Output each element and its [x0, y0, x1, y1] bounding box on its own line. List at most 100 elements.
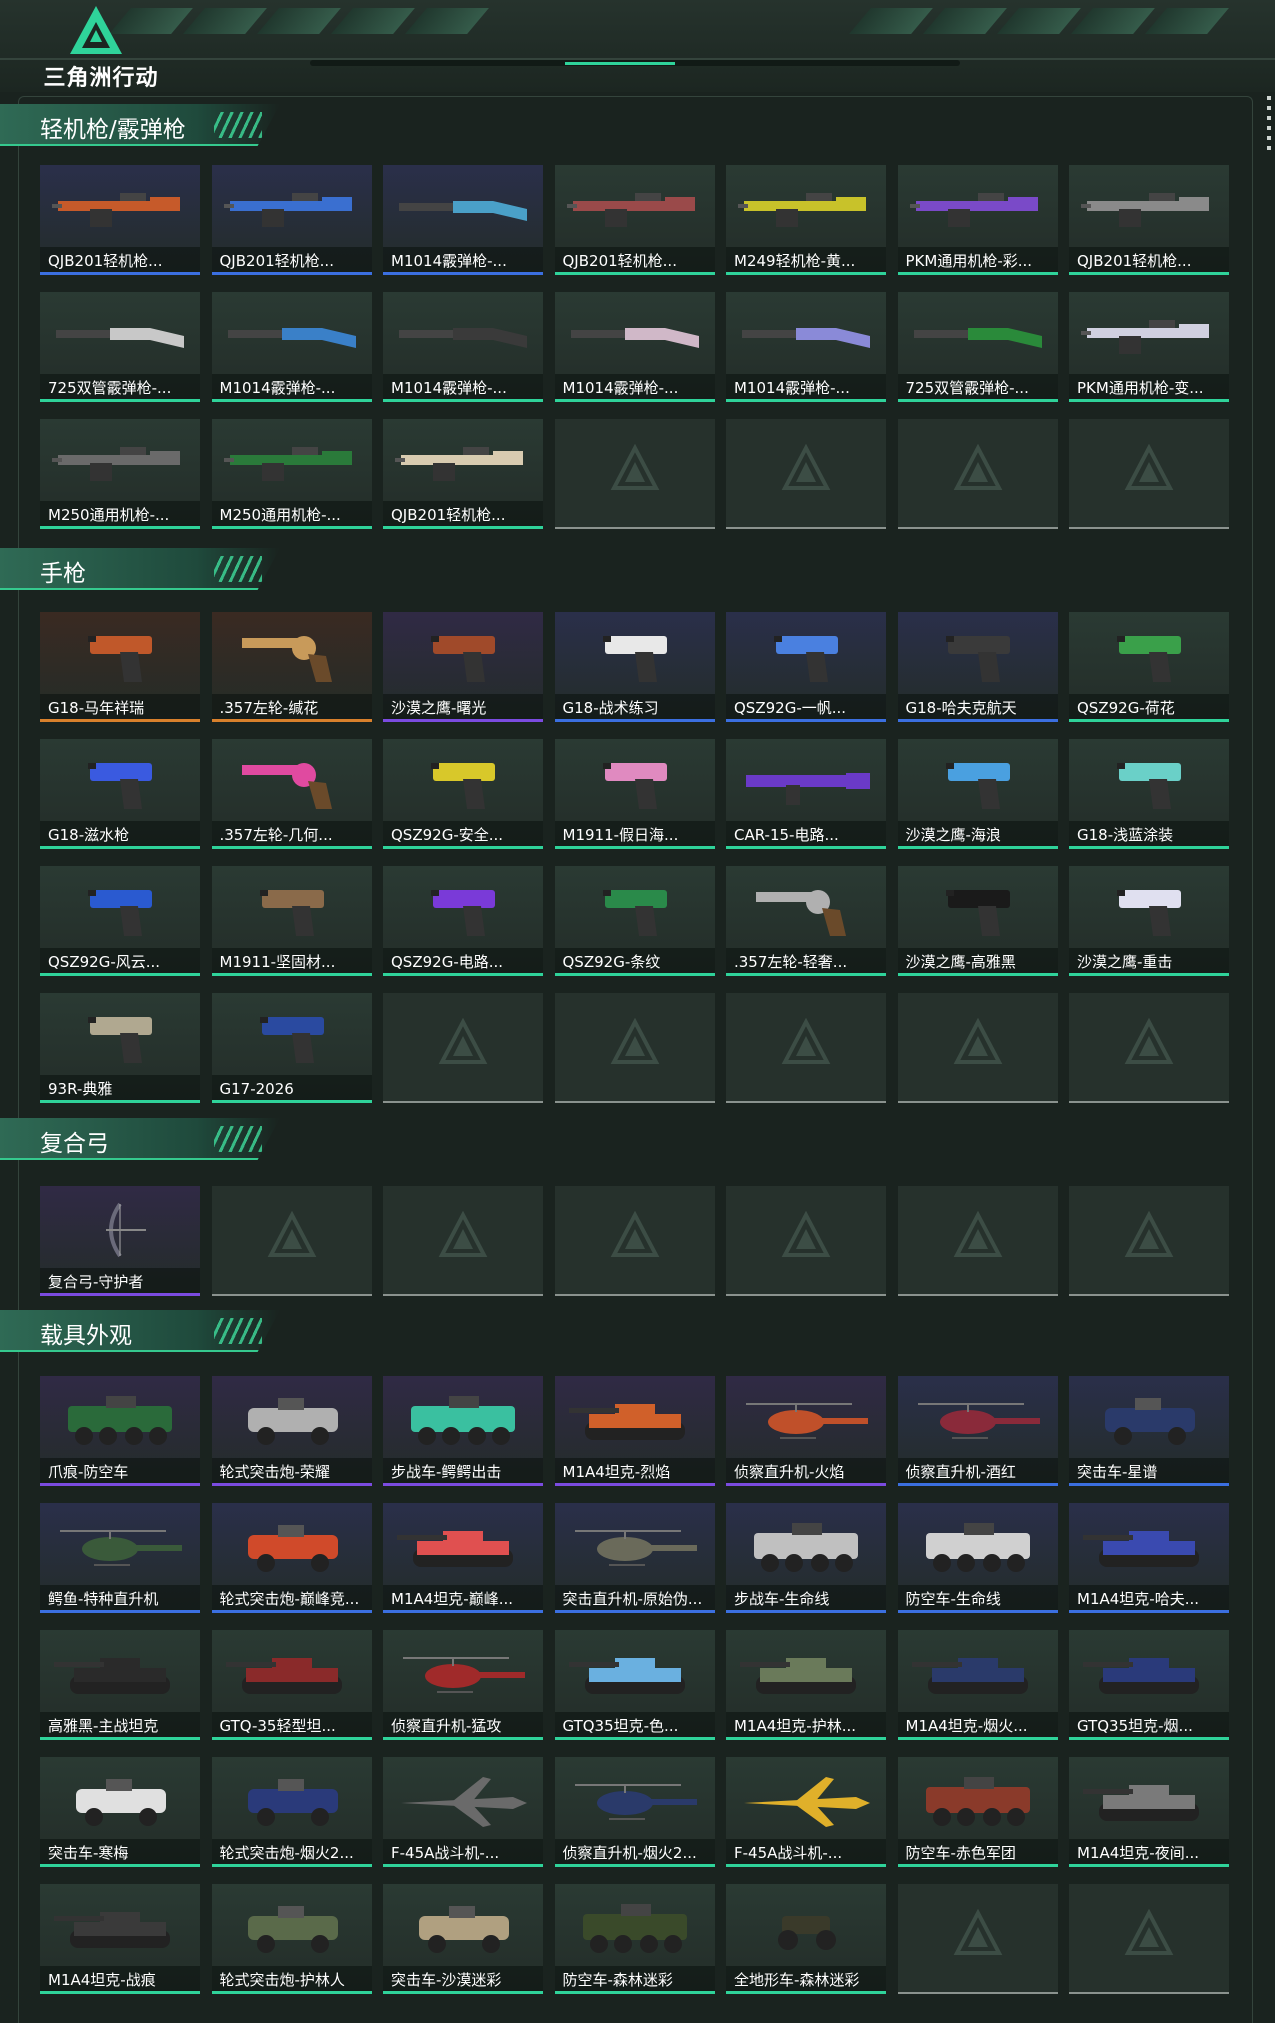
skin-card[interactable]: QSZ92G-安全... [383, 739, 543, 849]
skin-card[interactable]: 沙漠之鹰-高雅黑 [897, 866, 1058, 976]
skin-card[interactable]: 93R-典雅 [40, 993, 200, 1103]
skin-card[interactable]: GTQ35坦克-烟... [1069, 1630, 1229, 1740]
skin-card[interactable]: PKM通用机枪-变... [1069, 292, 1229, 402]
skin-card-label: QSZ92G-荷花 [1069, 694, 1229, 722]
skin-card[interactable]: F-45A战斗机-... [726, 1757, 886, 1867]
skin-card[interactable]: QJB201轻机枪... [1069, 165, 1229, 275]
skin-card[interactable]: M1A4坦克-烟火... [897, 1630, 1058, 1740]
skin-card[interactable]: M250通用机枪-... [211, 419, 372, 529]
section-title: 轻机枪/霰弹枪 [40, 117, 186, 143]
skin-card[interactable]: QJB201轻机枪... [211, 165, 372, 275]
skin-card[interactable]: QJB201轻机枪... [554, 165, 715, 275]
skin-card[interactable]: M1A4坦克-战痕 [40, 1884, 200, 1994]
rarity-bar [1069, 1864, 1229, 1867]
skin-card[interactable]: M1A4坦克-烈焰 [554, 1376, 715, 1486]
skin-card[interactable]: QSZ92G-条纹 [554, 866, 715, 976]
skin-card[interactable]: M1911-坚固材... [211, 866, 372, 976]
skin-card[interactable]: 沙漠之鹰-重击 [1069, 866, 1229, 976]
skin-card[interactable]: QSZ92G-荷花 [1069, 612, 1229, 722]
skin-card[interactable]: QSZ92G-电路... [383, 866, 543, 976]
placeholder-logo-icon [781, 1211, 831, 1257]
skin-card[interactable]: F-45A战斗机-... [383, 1757, 543, 1867]
skin-card[interactable]: 复合弓-守护者 [40, 1186, 200, 1296]
skin-card[interactable]: M1014霰弹枪-... [383, 165, 543, 275]
skin-card[interactable]: CAR-15-电路... [726, 739, 886, 849]
skin-card[interactable]: 轮式突击炮-护林人 [211, 1884, 372, 1994]
skin-card[interactable]: 爪痕-防空车 [40, 1376, 200, 1486]
skin-card[interactable]: 突击车-星谱 [1069, 1376, 1229, 1486]
skin-card-label: M1911-坚固材... [211, 948, 372, 976]
skin-card[interactable]: M1911-假日海... [554, 739, 715, 849]
skin-card[interactable]: 鳄鱼-特种直升机 [40, 1503, 200, 1613]
section-hatch-decoration [214, 1126, 262, 1152]
skin-card[interactable]: 步战车-生命线 [726, 1503, 886, 1613]
skin-card[interactable]: 防空车-森林迷彩 [554, 1884, 715, 1994]
pistol-skin-image [945, 890, 1010, 936]
skin-card[interactable]: G18-滋水枪 [40, 739, 200, 849]
skin-card[interactable]: 侦察直升机-火焰 [726, 1376, 886, 1486]
empty-slot [897, 419, 1058, 529]
skin-card[interactable]: 侦察直升机-酒红 [897, 1376, 1058, 1486]
skin-card[interactable]: 沙漠之鹰-曙光 [383, 612, 543, 722]
rarity-bar [211, 1737, 372, 1740]
skin-card[interactable]: .357左轮-几何... [211, 739, 372, 849]
skin-card[interactable]: 防空车-生命线 [897, 1503, 1058, 1613]
mg-skin-image [909, 193, 1038, 227]
skin-card[interactable]: M1014霰弹枪-... [383, 292, 543, 402]
skin-card[interactable]: 步战车-鳄鳄出击 [383, 1376, 543, 1486]
skin-card[interactable]: 轮式突击炮-烟火2... [211, 1757, 372, 1867]
rarity-bar [383, 1610, 543, 1613]
scrollbar[interactable] [1267, 96, 1271, 156]
skin-card[interactable]: M1A4坦克-哈夫... [1069, 1503, 1229, 1613]
skin-card[interactable]: .357左轮-缄花 [211, 612, 372, 722]
pistol-skin-image [88, 890, 152, 936]
skin-card[interactable]: M1014霰弹枪-... [554, 292, 715, 402]
skin-card[interactable]: 突击直升机-原始伪... [554, 1503, 715, 1613]
rarity-bar [554, 1610, 715, 1613]
rarity-bar [40, 272, 200, 275]
pistol-skin-image [88, 1017, 152, 1063]
skin-card[interactable]: 沙漠之鹰-海浪 [897, 739, 1058, 849]
skin-card[interactable]: G18-浅蓝涂装 [1069, 739, 1229, 849]
skin-card[interactable]: QSZ92G-风云... [40, 866, 200, 976]
skin-card[interactable]: M249轻机枪-黄... [726, 165, 886, 275]
skin-card[interactable]: M250通用机枪-... [40, 419, 200, 529]
skin-card-label: 轮式突击炮-护林人 [211, 1966, 372, 1994]
skin-card[interactable]: GTQ35坦克-色... [554, 1630, 715, 1740]
skin-card[interactable]: 725双管霰弹枪-... [40, 292, 200, 402]
tank-skin-image [568, 1404, 685, 1440]
skin-card[interactable]: 防空车-赤色军团 [897, 1757, 1058, 1867]
skin-card[interactable]: M1014霰弹枪-... [211, 292, 372, 402]
skin-card[interactable]: M1A4坦克-护林... [726, 1630, 886, 1740]
skin-card[interactable]: 轮式突击炮-荣耀 [211, 1376, 372, 1486]
mg-skin-image [52, 447, 180, 481]
skin-card[interactable]: .357左轮-轻奢... [726, 866, 886, 976]
empty-slot [554, 419, 715, 529]
skin-card[interactable]: 725双管霰弹枪-... [897, 292, 1058, 402]
skin-card[interactable]: G18-战术练习 [554, 612, 715, 722]
skin-card[interactable]: 突击车-沙漠迷彩 [383, 1884, 543, 1994]
skin-card[interactable]: M1A4坦克-巅峰... [383, 1503, 543, 1613]
skin-card[interactable]: 轮式突击炮-巅峰竞... [211, 1503, 372, 1613]
skin-card[interactable]: QJB201轻机枪... [40, 165, 200, 275]
skin-card-label: 高雅黑-主战坦克 [40, 1712, 200, 1740]
skin-card[interactable]: 全地形车-森林迷彩 [726, 1884, 886, 1994]
skin-card[interactable]: M1014霰弹枪-... [726, 292, 886, 402]
skin-card[interactable]: 侦察直升机-烟火2... [554, 1757, 715, 1867]
skin-card[interactable]: QSZ92G-一帆... [726, 612, 886, 722]
skin-card[interactable]: M1A4坦克-夜间... [1069, 1757, 1229, 1867]
rarity-bar [554, 1991, 715, 1994]
tank-skin-image [1083, 1531, 1199, 1567]
skin-card[interactable]: 侦察直升机-猛攻 [383, 1630, 543, 1740]
skin-card[interactable]: QJB201轻机枪... [383, 419, 543, 529]
skin-card[interactable]: PKM通用机枪-彩... [897, 165, 1058, 275]
skin-card[interactable]: 突击车-寒梅 [40, 1757, 200, 1867]
skin-card[interactable]: G17-2026 [211, 993, 372, 1103]
skin-card[interactable]: GTQ-35轻型坦... [211, 1630, 372, 1740]
skin-card[interactable]: 高雅黑-主战坦克 [40, 1630, 200, 1740]
rarity-bar [40, 1991, 200, 1994]
skin-card[interactable]: G18-哈夫克航天 [897, 612, 1058, 722]
skin-card-label: 轮式突击炮-烟火2... [211, 1839, 372, 1867]
rarity-bar [40, 1483, 200, 1486]
skin-card[interactable]: G18-马年祥瑞 [40, 612, 200, 722]
